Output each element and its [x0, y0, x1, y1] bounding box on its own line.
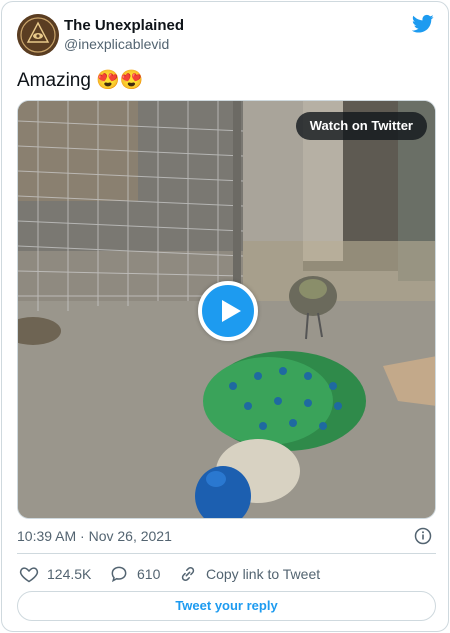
author-name[interactable]: The Unexplained [64, 17, 184, 34]
tweet-text: Amazing 😍😍 [17, 70, 144, 91]
reply-count: 610 [137, 566, 161, 582]
copy-link-button[interactable]: Copy link to Tweet [178, 563, 320, 585]
author-handle[interactable]: @inexplicablevid [64, 36, 169, 52]
tweet-your-reply-button[interactable]: Tweet your reply [17, 591, 436, 621]
reply-icon [111, 566, 127, 583]
like-count: 124.5K [47, 566, 92, 582]
info-icon[interactable] [414, 527, 432, 550]
play-button[interactable] [198, 281, 258, 341]
watch-on-twitter-button[interactable]: Watch on Twitter [295, 112, 427, 140]
heart-icon [19, 567, 39, 583]
like-button[interactable]: 124.5K [19, 563, 91, 585]
divider [17, 553, 436, 554]
tweet-actions: 124.5K 610 Copy link to Tweet [17, 563, 436, 585]
copy-link-label: Copy link to Tweet [206, 566, 321, 582]
tweet-timestamp[interactable]: 10:39 AM · Nov 26, 2021 [17, 528, 172, 544]
reply-button[interactable]: 610 [109, 563, 160, 585]
video-player[interactable]: Watch on Twitter [17, 100, 436, 519]
tweet-card: The Unexplained @inexplicablevid Amazing… [1, 1, 449, 632]
avatar[interactable] [17, 14, 59, 56]
play-icon [222, 300, 241, 322]
twitter-bird-icon[interactable] [411, 14, 434, 34]
link-icon [181, 566, 195, 582]
